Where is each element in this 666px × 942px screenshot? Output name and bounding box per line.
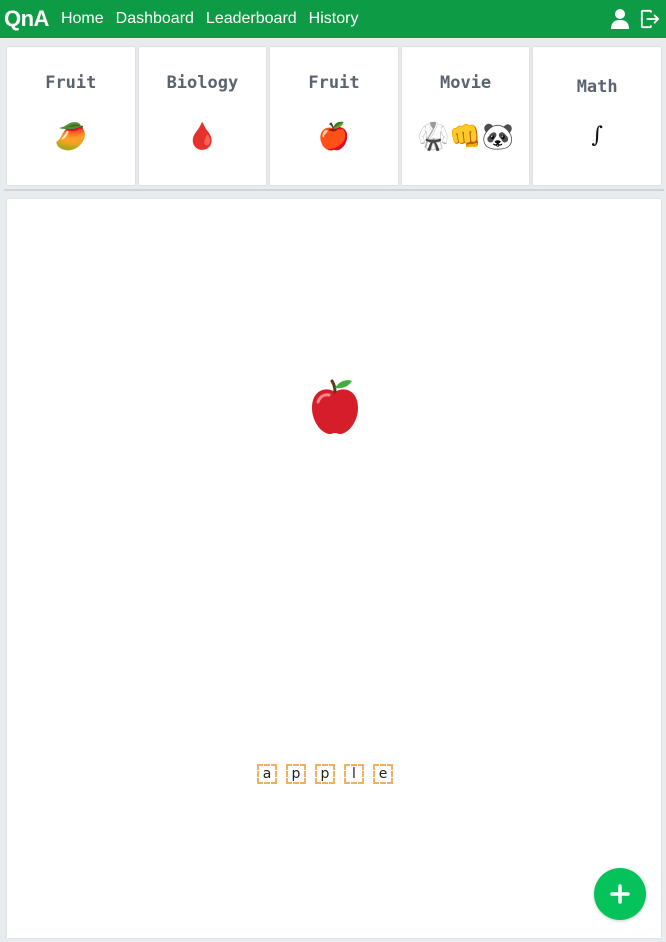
card-title: Fruit	[308, 73, 360, 93]
category-card-biology[interactable]: Biology 🩸	[138, 47, 267, 185]
plus-icon	[610, 884, 630, 904]
category-card-movie[interactable]: Movie 🥋👊🐼	[401, 47, 530, 185]
integral-icon: ∫	[591, 123, 603, 148]
category-card-math[interactable]: Math ∫	[533, 47, 661, 185]
card-title: Biology	[166, 73, 239, 93]
section-divider	[4, 189, 664, 191]
martial-arts-fist-panda-icon: 🥋👊🐼	[417, 121, 515, 151]
letter-box[interactable]: p	[315, 764, 335, 784]
card-title: Movie	[439, 73, 492, 93]
apple-icon: 🍎	[317, 121, 351, 151]
letter-box[interactable]: p	[286, 764, 306, 784]
answer-letter-boxes: a p p l e	[257, 764, 393, 784]
question-panel: a p p l e	[7, 199, 661, 938]
apple-icon	[304, 376, 366, 438]
top-navbar: QnA Home Dashboard Leaderboard History	[0, 0, 666, 38]
nav-link-leaderboard[interactable]: Leaderboard	[206, 10, 297, 28]
user-icon[interactable]	[610, 8, 630, 30]
card-title: Fruit	[45, 73, 97, 93]
category-card-fruit[interactable]: Fruit 🥭	[7, 47, 135, 185]
letter-box[interactable]: l	[344, 764, 364, 784]
logout-icon[interactable]	[640, 8, 660, 30]
brand-logo[interactable]: QnA	[4, 6, 49, 32]
nav-actions	[610, 8, 666, 30]
category-cards: Fruit 🥭 Biology 🩸 Fruit 🍎 Movie 🥋👊🐼 Math…	[7, 47, 661, 185]
blood-drop-icon: 🩸	[186, 121, 219, 151]
category-card-fruit-2[interactable]: Fruit 🍎	[270, 47, 398, 185]
nav-link-history[interactable]: History	[309, 10, 359, 28]
mango-icon: 🥭	[54, 121, 87, 151]
card-title: Math	[576, 77, 618, 97]
letter-box[interactable]: e	[373, 764, 393, 784]
letter-box[interactable]: a	[257, 764, 277, 784]
nav-link-dashboard[interactable]: Dashboard	[116, 10, 194, 28]
add-question-button[interactable]	[594, 868, 646, 920]
nav-link-home[interactable]: Home	[61, 10, 104, 28]
